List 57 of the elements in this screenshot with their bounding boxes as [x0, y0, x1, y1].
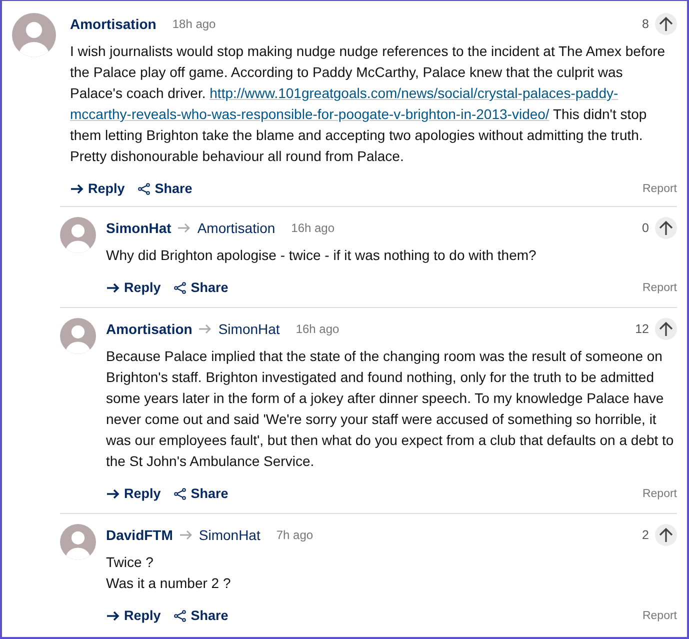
share-button[interactable]: Share	[172, 608, 228, 623]
reply-to-name[interactable]: SimonHat	[218, 321, 280, 337]
reply-button[interactable]: Reply	[106, 608, 161, 623]
up-arrow-icon	[659, 220, 673, 236]
upvote-button[interactable]	[655, 13, 677, 35]
report-link[interactable]: Report	[642, 610, 677, 622]
upvote-button[interactable]	[655, 524, 677, 546]
comment-text: Because Palace implied that the state of the changing room was the result of someone on Brighton's staff. Brighton investigated and found nothing, only for the truth to be admitted some years later in the form of a jokey after dinner speech. To my knowledge Palace have never come out and said 'We're sorry your staff were accused of something so horrible, it was our employees fault', but then what do you expect from a club that defaults on a debt to the St John's Ambulance Service.	[106, 347, 675, 471]
reply-to-name[interactable]: SimonHat	[198, 527, 260, 543]
share-icon	[172, 488, 187, 500]
reply-arrow-icon	[198, 324, 212, 334]
reply-button[interactable]: Reply	[106, 486, 161, 501]
reply-button[interactable]: Reply	[106, 280, 161, 295]
link[interactable]: http://www.101greatgoals.com/news/social/crystal-palaces-paddy-	[210, 85, 618, 101]
report-link[interactable]: Report	[642, 182, 677, 194]
share-icon	[136, 182, 151, 194]
up-arrow-icon	[659, 527, 673, 543]
reply-to-name[interactable]: Amortisation	[197, 220, 276, 236]
comment-text: Was it a number 2 ?	[106, 574, 232, 593]
vote-count: 8	[642, 17, 649, 31]
share-button[interactable]: Share	[172, 486, 228, 501]
timestamp: 7h ago	[276, 528, 314, 542]
link[interactable]: mccarthy-reveals-who-was-responsible-for-poogate-v-brighton-in-2013-video/	[70, 106, 550, 122]
upvote-button[interactable]	[655, 318, 677, 340]
comment-text: I wish journalists would stop making nudge nudge references to the incident at The Amex before the Palace play off game. According to Paddy McCarthy, Palace knew that the culprit was Palace's coach driver. http://www.101greatgoals.com/news/social/crystal-palaces-paddy- mccarthy-reveals-who-was-responsible-for-poogate-v-brighton-in-2013-video/ This didn't stop them letting Brighton take the blame and accepting two apologies without admitting the truth. Pretty dishonourable behaviour all round from Palace.	[70, 42, 666, 166]
share-button[interactable]: Share	[136, 181, 192, 196]
up-arrow-icon	[659, 321, 673, 337]
comment-text: Twice ?	[106, 553, 154, 572]
reply-arrow-icon	[177, 223, 192, 233]
avatar-icon	[12, 13, 56, 57]
reply-arrow-icon	[70, 182, 84, 194]
reply-button[interactable]: Reply	[70, 181, 125, 196]
author-name[interactable]: SimonHat	[106, 220, 172, 236]
share-button[interactable]: Share	[172, 280, 228, 295]
vote-count: 12	[635, 322, 649, 336]
upvote-button[interactable]	[655, 217, 677, 239]
report-link[interactable]: Report	[642, 282, 677, 294]
report-link[interactable]: Report	[642, 488, 677, 500]
up-arrow-icon	[659, 16, 673, 32]
author-name[interactable]: Amortisation	[70, 16, 156, 32]
share-icon	[172, 282, 187, 294]
share-icon	[172, 610, 187, 622]
reply-arrow-icon	[106, 282, 120, 294]
reply-arrow-icon	[106, 610, 120, 622]
author-name[interactable]: DavidFTM	[106, 527, 173, 543]
avatar-icon	[60, 217, 96, 253]
vote-count: 2	[642, 528, 649, 542]
avatar-icon	[60, 524, 96, 560]
timestamp: 16h ago	[296, 322, 340, 336]
timestamp: 16h ago	[291, 221, 335, 235]
reply-arrow-icon	[178, 530, 193, 540]
author-name[interactable]: Amortisation	[106, 321, 192, 337]
comment-text: Why did Brighton apologise - twice - if it was nothing to do with them?	[106, 246, 538, 265]
vote-count: 0	[642, 221, 649, 235]
reply-arrow-icon	[106, 488, 120, 500]
avatar-icon	[60, 318, 96, 354]
timestamp: 18h ago	[172, 17, 216, 31]
